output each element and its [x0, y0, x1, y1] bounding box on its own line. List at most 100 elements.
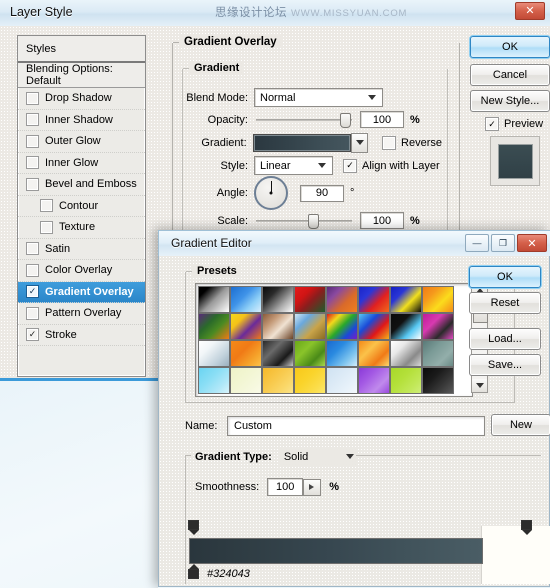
- opacity-stop-right[interactable]: [521, 520, 532, 535]
- reverse-checkbox[interactable]: [382, 136, 397, 150]
- gradient-editor-titlebar[interactable]: Gradient Editor — ❐ ✕: [158, 230, 550, 257]
- scale-input[interactable]: 100: [360, 212, 404, 229]
- gradient-dropdown-button[interactable]: [350, 133, 369, 153]
- gradient-preset-swatch[interactable]: [358, 340, 390, 367]
- gradient-preset-swatch[interactable]: [262, 313, 294, 340]
- gradient-preset-swatch[interactable]: [262, 340, 294, 367]
- gradient-preset-swatch[interactable]: [422, 340, 454, 367]
- style-checkbox[interactable]: [40, 220, 53, 234]
- style-checkbox[interactable]: [26, 306, 39, 320]
- gradient-preset-swatch[interactable]: [422, 367, 454, 394]
- layer-style-titlebar[interactable]: Layer Style 思缘设计论坛 WWW.MISSYUAN.COM ✕: [0, 0, 550, 27]
- gradient-preset-swatch[interactable]: [358, 286, 390, 313]
- style-checkbox[interactable]: [26, 134, 39, 148]
- sidebar-item-bevel-and-emboss[interactable]: Bevel and Emboss: [18, 174, 145, 196]
- color-stop-left[interactable]: [188, 564, 199, 579]
- preview-checkbox[interactable]: ✓: [485, 117, 499, 131]
- gradient-preset-swatch[interactable]: [390, 313, 422, 340]
- gradient-preset-swatch[interactable]: [230, 313, 262, 340]
- gradient-preset-swatch[interactable]: [326, 313, 358, 340]
- sidebar-item-outer-glow[interactable]: Outer Glow: [18, 131, 145, 153]
- maximize-icon[interactable]: ❐: [491, 234, 515, 252]
- gradient-preset-swatch[interactable]: [262, 286, 294, 313]
- style-checkbox[interactable]: [26, 177, 39, 191]
- gradient-preset-swatch[interactable]: [294, 286, 326, 313]
- sidebar-item-inner-glow[interactable]: Inner Glow: [18, 153, 145, 174]
- minimize-icon[interactable]: —: [465, 234, 489, 252]
- style-checkbox[interactable]: ✓: [26, 328, 39, 342]
- new-preset-button[interactable]: New: [491, 414, 550, 436]
- new-style-button[interactable]: New Style...: [470, 90, 550, 112]
- sidebar-item-blending-options[interactable]: Blending Options: Default: [18, 63, 145, 88]
- gradient-preset-swatch[interactable]: [294, 340, 326, 367]
- angle-input[interactable]: 90: [300, 184, 344, 202]
- gradient-preset-swatch[interactable]: [230, 286, 262, 313]
- sidebar-item-gradient-overlay[interactable]: ✓ Gradient Overlay: [18, 281, 145, 303]
- cancel-button[interactable]: Cancel: [470, 64, 550, 86]
- gradient-preset-swatch[interactable]: [230, 340, 262, 367]
- gradient-preset-swatch[interactable]: [390, 367, 422, 394]
- gradient-preset-swatch[interactable]: [422, 313, 454, 340]
- align-with-layer-checkbox[interactable]: ✓: [343, 158, 357, 173]
- gradient-preset-swatch[interactable]: [358, 367, 390, 394]
- gradient-editor-reset-button[interactable]: Reset: [469, 292, 541, 314]
- checkmark-icon: ✓: [488, 118, 496, 129]
- gradient-preset-swatch[interactable]: [390, 286, 422, 313]
- sidebar-item-pattern-overlay[interactable]: Pattern Overlay: [18, 303, 145, 325]
- style-select[interactable]: Linear: [254, 156, 333, 175]
- gradient-editor-load-button[interactable]: Load...: [469, 328, 541, 350]
- scroll-down-icon[interactable]: [472, 379, 487, 392]
- style-checkbox[interactable]: [26, 113, 39, 127]
- close-icon[interactable]: ✕: [515, 2, 545, 20]
- style-checkbox[interactable]: ✓: [26, 285, 39, 299]
- sidebar-item-stroke[interactable]: ✓ Stroke: [18, 325, 145, 346]
- gradient-bar[interactable]: [189, 538, 483, 564]
- gradient-editor-ok-button[interactable]: OK: [469, 266, 541, 288]
- sidebar-item-inner-shadow[interactable]: Inner Shadow: [18, 110, 145, 131]
- gradient-preset-swatch[interactable]: [358, 313, 390, 340]
- gradient-preset-swatch[interactable]: [294, 313, 326, 340]
- opacity-slider[interactable]: [256, 112, 352, 128]
- scale-slider[interactable]: [256, 213, 352, 229]
- gradient-preset-swatch[interactable]: [294, 367, 326, 394]
- scale-slider-knob[interactable]: [308, 213, 319, 229]
- style-item-label: Stroke: [45, 328, 77, 341]
- ok-button[interactable]: OK: [470, 36, 550, 58]
- gradient-type-select[interactable]: Solid: [279, 448, 356, 465]
- sidebar-item-contour[interactable]: Contour: [18, 196, 145, 217]
- name-input[interactable]: Custom: [227, 416, 485, 436]
- stop-tip: [188, 530, 199, 535]
- gradient-preset-swatch[interactable]: [262, 367, 294, 394]
- gradient-preset-swatch[interactable]: [198, 286, 230, 313]
- angle-dial[interactable]: [254, 176, 288, 210]
- smoothness-stepper[interactable]: [303, 478, 322, 496]
- gradient-preset-swatch[interactable]: [390, 340, 422, 367]
- smoothness-input[interactable]: 100: [267, 478, 304, 496]
- name-label: Name:: [185, 420, 218, 432]
- opacity-input[interactable]: 100: [360, 111, 404, 128]
- gradient-preset-swatch[interactable]: [230, 367, 262, 394]
- style-checkbox[interactable]: [26, 156, 39, 170]
- gradient-preset-swatch[interactable]: [326, 286, 358, 313]
- style-checkbox[interactable]: [26, 263, 39, 277]
- preview-checkbox-row[interactable]: ✓ Preview: [485, 117, 543, 131]
- opacity-stop-left[interactable]: [188, 520, 199, 535]
- gradient-preset-swatch[interactable]: [198, 367, 230, 394]
- style-checkbox[interactable]: [40, 199, 53, 213]
- gradient-preset-swatch[interactable]: [198, 340, 230, 367]
- close-icon[interactable]: ✕: [517, 234, 547, 252]
- gradient-swatch[interactable]: [252, 134, 351, 152]
- blend-mode-select[interactable]: Normal: [254, 88, 383, 107]
- gradient-preset-swatch[interactable]: [198, 313, 230, 340]
- gradient-preset-swatch[interactable]: [326, 367, 358, 394]
- opacity-slider-knob[interactable]: [340, 112, 351, 128]
- sidebar-item-satin[interactable]: Satin: [18, 239, 145, 260]
- sidebar-item-color-overlay[interactable]: Color Overlay: [18, 260, 145, 282]
- sidebar-item-texture[interactable]: Texture: [18, 217, 145, 239]
- sidebar-item-drop-shadow[interactable]: Drop Shadow: [18, 88, 145, 110]
- style-checkbox[interactable]: [26, 242, 39, 256]
- gradient-preset-swatch[interactable]: [422, 286, 454, 313]
- gradient-preset-swatch[interactable]: [326, 340, 358, 367]
- style-checkbox[interactable]: [26, 91, 39, 105]
- gradient-editor-save-button[interactable]: Save...: [469, 354, 541, 376]
